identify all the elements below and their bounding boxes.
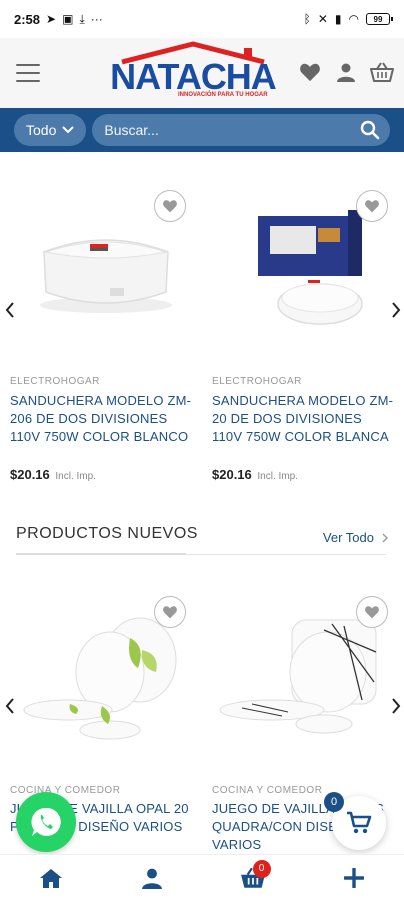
chevron-down-icon: [62, 126, 75, 134]
bluetooth-icon: ᛒ: [303, 12, 311, 26]
product-title[interactable]: SANDUCHERA MODELO ZM-206 DE DOS DIVISION…: [10, 392, 200, 446]
menu-icon[interactable]: [16, 64, 40, 82]
product-card[interactable]: ELECTROHOGAR SANDUCHERA MODELO ZM-20 DE …: [212, 180, 404, 490]
wifi-icon: ◠: [348, 12, 359, 26]
nav-home[interactable]: [31, 858, 71, 898]
nav-account[interactable]: [132, 858, 172, 898]
mute-icon: ✕: [317, 12, 328, 26]
search-bar: Todo Buscar...: [0, 108, 404, 152]
telegram-icon: ➤: [46, 12, 57, 26]
product-price: $20.16 Incl. Imp.: [212, 467, 298, 482]
price-value: $20.16: [10, 467, 50, 482]
whatsapp-icon: [31, 807, 61, 836]
basket-icon[interactable]: [370, 60, 394, 84]
user-icon[interactable]: [334, 60, 358, 84]
more-icon: ···: [90, 12, 103, 26]
view-all-link[interactable]: Ver Todo: [323, 530, 388, 545]
product-category: ELECTROHOGAR: [212, 376, 302, 387]
app-icon: ▣: [62, 12, 74, 26]
section-title-underline: [16, 553, 186, 555]
product-category: COCINA Y COMEDOR: [10, 785, 121, 796]
section-title-new-products: PRODUCTOS NUEVOS: [16, 525, 198, 542]
wishlist-button[interactable]: [356, 190, 388, 222]
status-time: 2:58: [14, 11, 41, 27]
product-title[interactable]: SANDUCHERA MODELO ZM-20 DE DOS DIVISIONE…: [212, 392, 394, 446]
heart-icon: [365, 606, 379, 619]
wishlist-button[interactable]: [154, 596, 186, 628]
tax-note: Incl. Imp.: [55, 471, 96, 482]
wishlist-button[interactable]: [154, 190, 186, 222]
floating-cart-button[interactable]: 0: [324, 792, 386, 850]
product-category: ELECTROHOGAR: [10, 376, 100, 387]
download-icon: ⤓: [79, 12, 85, 26]
view-all-label: Ver Todo: [322, 530, 374, 545]
nav-cart-badge: 0: [252, 859, 271, 878]
logo-tagline: INNOVACIÓN PARA TU HOGAR: [178, 92, 268, 98]
product-card[interactable]: ELECTROHOGAR SANDUCHERA MODELO ZM-206 DE…: [10, 180, 202, 490]
tax-note: Incl. Imp.: [257, 471, 298, 482]
status-bar: 2:58 ➤ ▣ ⤓ ··· ᛒ ✕ ▮ ◠ 99: [0, 0, 404, 38]
heart-icon: [163, 200, 177, 213]
app-header: NATACHA INNOVACIÓN PARA TU HOGAR: [0, 38, 404, 108]
category-select-label: Todo: [26, 122, 57, 138]
search-input[interactable]: Buscar...: [92, 114, 390, 146]
product-category: COCINA Y COMEDOR: [212, 785, 323, 796]
nav-cart[interactable]: 0: [233, 858, 273, 898]
heart-icon[interactable]: [298, 60, 322, 84]
cart-count-badge: 0: [324, 792, 344, 812]
chevron-right-icon: [382, 533, 388, 542]
home-icon: [39, 868, 62, 888]
category-select[interactable]: Todo: [14, 114, 87, 146]
heart-icon: [163, 606, 177, 619]
user-icon: [141, 868, 162, 889]
battery-icon: 99: [366, 13, 393, 25]
logo[interactable]: NATACHA INNOVACIÓN PARA TU HOGAR: [102, 40, 284, 106]
wishlist-button[interactable]: [356, 596, 388, 628]
heart-icon: [365, 200, 379, 213]
search-icon[interactable]: [360, 120, 380, 140]
price-value: $20.16: [212, 467, 252, 482]
nav-add[interactable]: [334, 858, 374, 898]
cart-icon: [347, 811, 372, 834]
whatsapp-button[interactable]: [16, 792, 76, 852]
signal-icon: ▮: [334, 12, 342, 26]
search-placeholder: Buscar...: [104, 122, 159, 138]
product-price: $20.16 Incl. Imp.: [10, 467, 96, 482]
plus-icon: [343, 867, 364, 888]
bottom-navigation: 0: [0, 854, 404, 900]
